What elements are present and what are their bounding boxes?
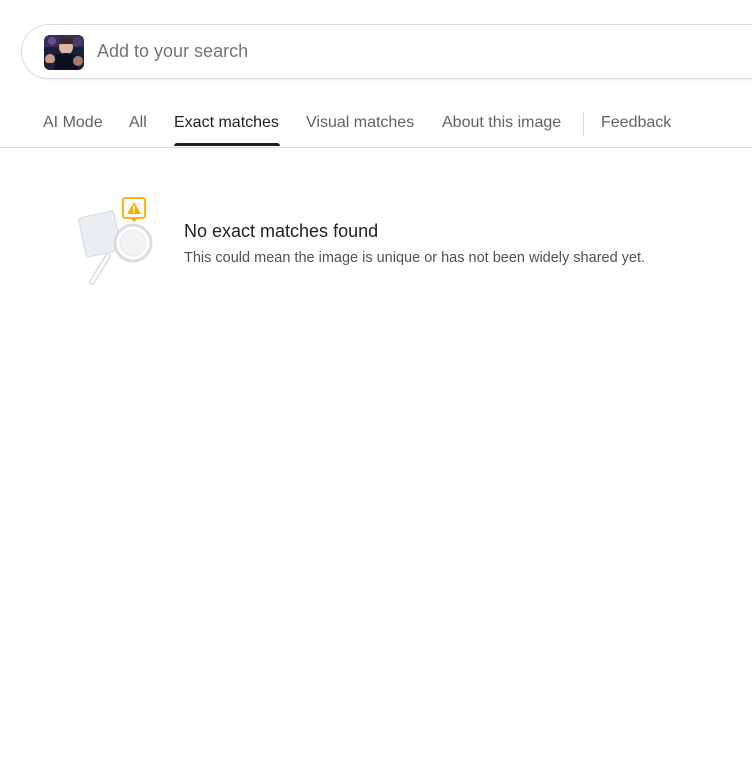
tab-divider — [583, 112, 584, 136]
tab-visual-matches[interactable]: Visual matches — [306, 114, 414, 132]
search-bar[interactable] — [21, 24, 752, 79]
search-input[interactable] — [97, 38, 597, 64]
feedback-link[interactable]: Feedback — [601, 114, 671, 132]
tab-all[interactable]: All — [129, 114, 147, 132]
empty-state-description: This could mean the image is unique or h… — [184, 250, 646, 266]
tab-exact-matches[interactable]: Exact matches — [174, 114, 279, 132]
active-tab-indicator — [174, 143, 280, 146]
tab-about-this-image[interactable]: About this image — [442, 114, 561, 132]
result-tabs: AI Mode All Exact matches Visual matches… — [0, 100, 752, 148]
tab-ai-mode[interactable]: AI Mode — [43, 114, 103, 132]
search-image-thumbnail[interactable] — [44, 35, 84, 70]
magnifier-warning-icon — [78, 196, 158, 291]
page: AI Mode All Exact matches Visual matches… — [0, 0, 752, 774]
empty-state-title: No exact matches found — [184, 221, 379, 241]
image-thumbnail-icon — [44, 35, 84, 70]
